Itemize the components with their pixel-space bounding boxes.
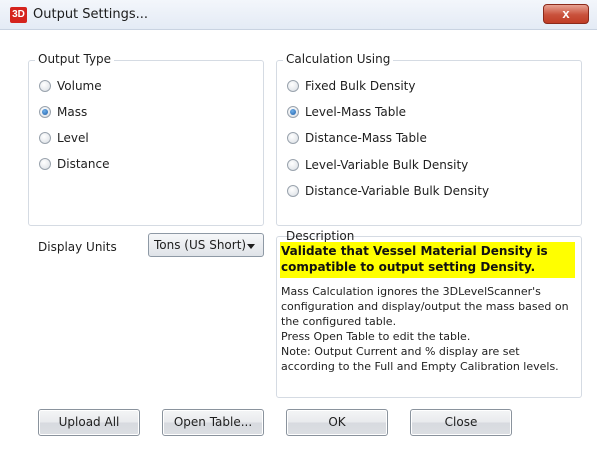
option-label: Distance-Variable Bulk Density [305, 184, 490, 198]
calc-option-fixed-bulk-density[interactable]: Fixed Bulk Density [287, 78, 415, 94]
description-line: Mass Calculation ignores the 3DLevelScan… [281, 285, 541, 298]
radio-button[interactable] [39, 158, 51, 170]
radio-button[interactable] [287, 80, 299, 92]
display-units-label: Display Units [38, 240, 117, 254]
calc-option-level-mass-table[interactable]: Level-Mass Table [287, 104, 406, 120]
upload-all-button[interactable]: Upload All [38, 409, 140, 436]
output-type-option-mass[interactable]: Mass [39, 104, 87, 120]
output-type-option-distance[interactable]: Distance [39, 156, 109, 172]
option-label: Level [57, 131, 89, 145]
radio-button[interactable] [39, 80, 51, 92]
app-logo-icon: 3D [10, 7, 27, 23]
warning-line: compatible to output setting Density. [281, 260, 536, 274]
option-label: Mass [57, 105, 88, 119]
description-line: configuration and display/output the mas… [281, 300, 569, 313]
output-type-group: Output Type Volume Mass Level Distance [28, 52, 264, 226]
calc-option-level-variable-bulk-density[interactable]: Level-Variable Bulk Density [287, 157, 468, 173]
radio-button[interactable] [287, 159, 299, 171]
description-line: according to the Full and Empty Calibrat… [281, 360, 559, 373]
radio-button[interactable] [39, 132, 51, 144]
calculation-using-title: Calculation Using [283, 52, 394, 66]
description-title: Description [286, 229, 355, 243]
description-line: Press Open Table to edit the table. [281, 330, 471, 343]
option-label: Distance-Mass Table [305, 131, 427, 145]
warning-text: Validate that Vessel Material Density is… [281, 243, 581, 275]
window-title: Output Settings... [33, 7, 149, 22]
option-label: Level-Variable Bulk Density [305, 158, 469, 172]
description-line: the configured table. [281, 315, 397, 328]
calc-option-distance-mass-table[interactable]: Distance-Mass Table [287, 130, 427, 146]
output-type-option-level[interactable]: Level [39, 130, 89, 146]
window-close-button[interactable]: x [543, 4, 589, 24]
option-label: Fixed Bulk Density [305, 79, 416, 93]
option-label: Level-Mass Table [305, 105, 407, 119]
warning-line: Validate that Vessel Material Density is [281, 244, 548, 258]
description-group: Description Validate that Vessel Materia… [276, 229, 582, 398]
display-units-selected-value: Tons (US Short) [154, 238, 247, 252]
output-type-title: Output Type [35, 52, 115, 66]
output-type-option-volume[interactable]: Volume [39, 78, 102, 94]
ok-button[interactable]: OK [286, 409, 388, 436]
title-bar: 3D Output Settings... x [0, 0, 597, 30]
radio-button[interactable] [287, 132, 299, 144]
calculation-using-group: Calculation Using Fixed Bulk Density Lev… [276, 52, 582, 226]
output-settings-dialog: 3D Output Settings... x Output Type Volu… [0, 0, 597, 457]
description-body: Mass Calculation ignores the 3DLevelScan… [281, 284, 597, 374]
dropdown-arrow-icon [247, 244, 255, 249]
radio-button[interactable] [287, 185, 299, 197]
open-table-button[interactable]: Open Table... [162, 409, 264, 436]
option-label: Volume [57, 79, 102, 93]
option-label: Distance [57, 157, 110, 171]
close-button[interactable]: Close [410, 409, 512, 436]
description-line: Note: Output Current and % display are s… [281, 345, 520, 358]
calc-option-distance-variable-bulk-density[interactable]: Distance-Variable Bulk Density [287, 183, 489, 199]
display-units-select[interactable]: Tons (US Short) [148, 233, 264, 257]
radio-button-selected[interactable] [287, 106, 299, 118]
radio-button-selected[interactable] [39, 106, 51, 118]
